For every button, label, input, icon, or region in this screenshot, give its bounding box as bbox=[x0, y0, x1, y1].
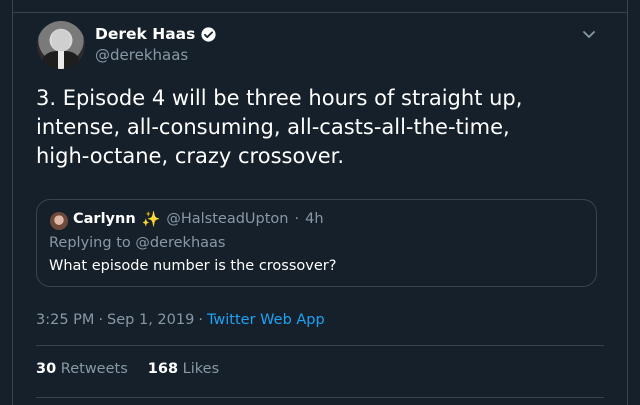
divider bbox=[36, 345, 604, 346]
retweets-count: 30 bbox=[36, 361, 57, 377]
author-name-row: Derek Haas bbox=[95, 25, 217, 43]
verified-badge-icon bbox=[201, 26, 216, 42]
engagement-stats: 30 Retweets 168 Likes bbox=[36, 361, 219, 377]
retweets-stat[interactable]: 30 Retweets bbox=[36, 361, 128, 377]
quoted-avatar[interactable] bbox=[50, 212, 68, 230]
retweets-label: Retweets bbox=[60, 361, 128, 377]
likes-stat[interactable]: 168 Likes bbox=[148, 361, 219, 377]
quoted-tweet[interactable]: Carlynn ✨ @HalsteadUpton · 4h Replying t… bbox=[36, 199, 597, 287]
author-avatar[interactable] bbox=[37, 21, 85, 69]
tweet-date[interactable]: Sep 1, 2019 bbox=[107, 312, 194, 328]
divider-bottom bbox=[36, 397, 604, 398]
source-app-link[interactable]: Twitter Web App bbox=[207, 312, 325, 328]
quoted-replying-to: Replying to @derekhaas bbox=[49, 235, 226, 251]
chevron-down-icon[interactable] bbox=[581, 26, 597, 42]
author-handle[interactable]: @derekhaas bbox=[95, 46, 188, 64]
tweet-time[interactable]: 3:25 PM bbox=[36, 312, 94, 328]
tweet-text: 3. Episode 4 will be three hours of stra… bbox=[36, 86, 523, 168]
meta-dot-separator-2: · bbox=[198, 312, 203, 328]
meta-dot-separator: · bbox=[98, 312, 104, 328]
likes-label: Likes bbox=[182, 361, 220, 377]
author-name[interactable]: Derek Haas bbox=[95, 25, 195, 43]
sparkles-emoji: ✨ bbox=[141, 210, 161, 228]
quoted-header: Carlynn ✨ @HalsteadUpton · 4h bbox=[73, 210, 324, 228]
likes-count: 168 bbox=[147, 361, 179, 377]
quoted-author-name: Carlynn bbox=[73, 211, 136, 227]
top-divider bbox=[12, 12, 628, 13]
tweet-meta: 3:25 PM · Sep 1, 2019 · Twitter Web App bbox=[36, 312, 325, 328]
quoted-dot-separator: · bbox=[294, 211, 300, 227]
quoted-timestamp: 4h bbox=[305, 211, 324, 227]
quoted-author-handle: @HalsteadUpton bbox=[166, 211, 289, 227]
quoted-text: What episode number is the crossover? bbox=[49, 258, 337, 274]
